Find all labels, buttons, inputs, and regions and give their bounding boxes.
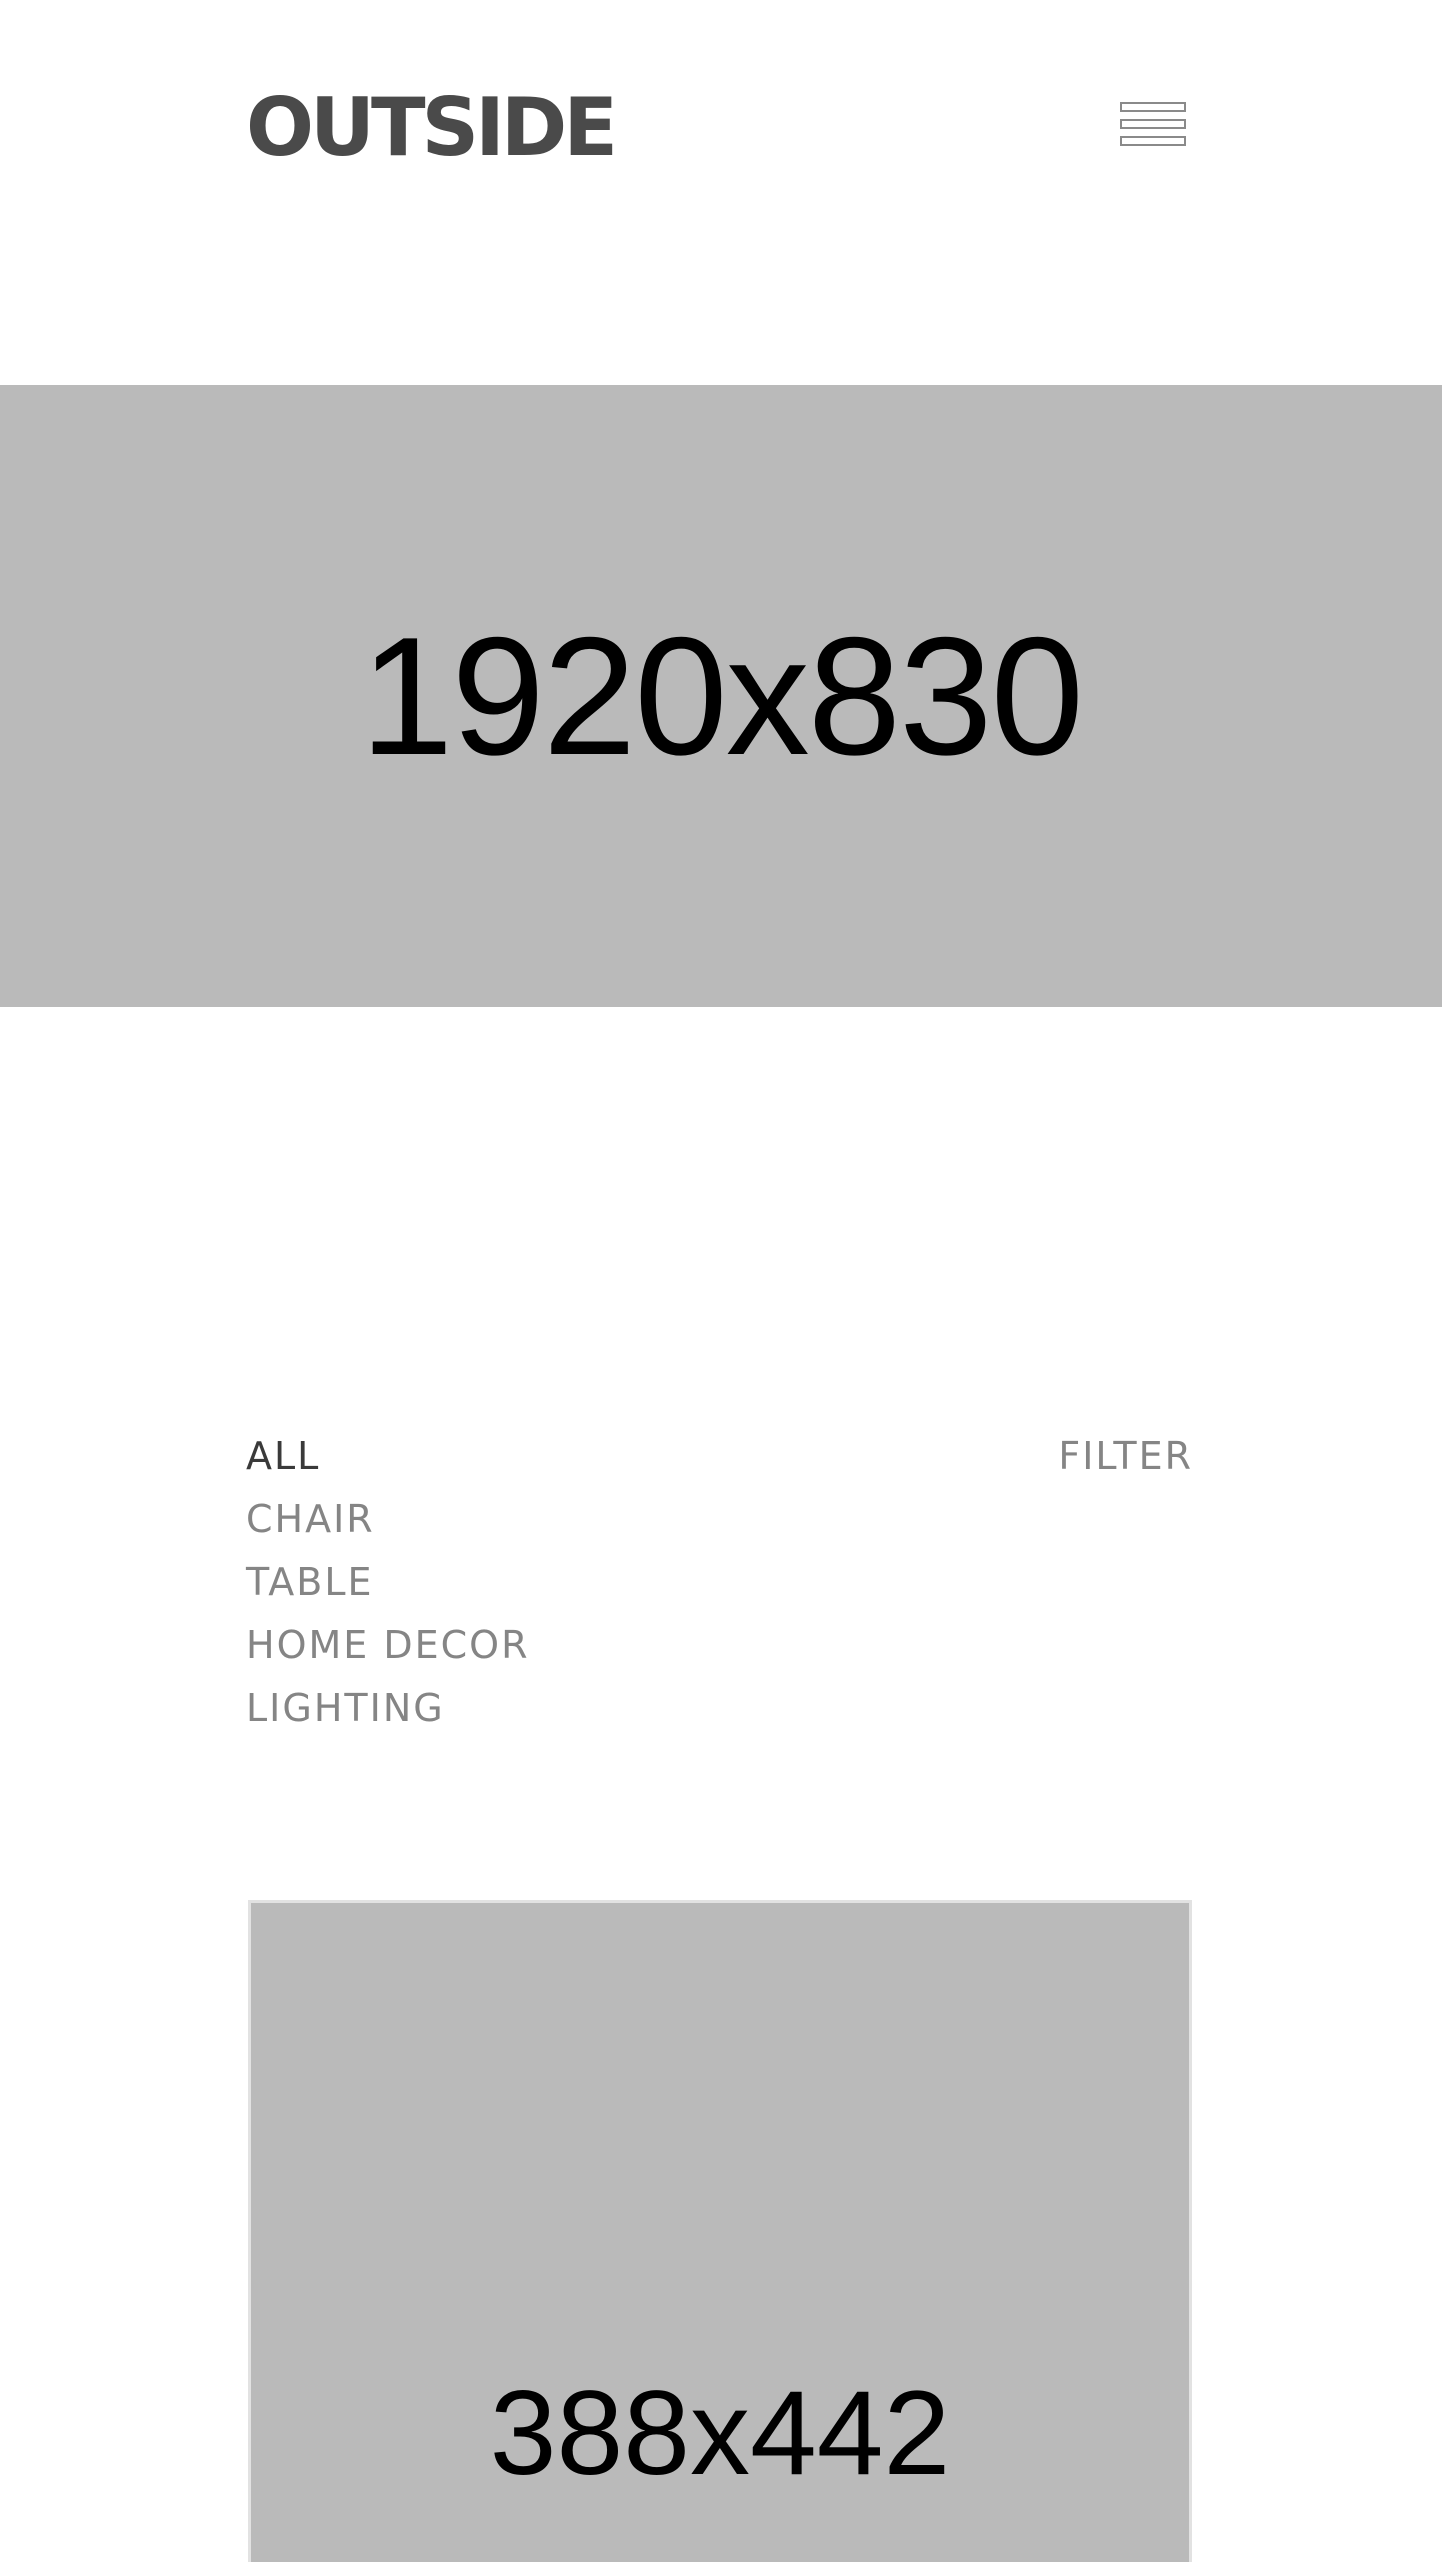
filter-category-lighting[interactable]: LIGHTING (246, 1677, 529, 1740)
hamburger-menu-icon (1120, 102, 1186, 146)
filter-category-home-decor[interactable]: HOME DECOR (246, 1614, 529, 1677)
hero-placeholder-label: 1920x830 (359, 602, 1084, 790)
hero-banner: 1920x830 (0, 385, 1442, 1007)
filter-category-chair[interactable]: CHAIR (246, 1488, 529, 1551)
product-placeholder-label: 388x442 (489, 2366, 951, 2500)
site-header: OUTSIDE (0, 0, 1442, 385)
site-logo[interactable]: OUTSIDE (246, 78, 618, 178)
filter-category-table[interactable]: TABLE (246, 1551, 529, 1614)
filter-toggle-button[interactable]: FILTER (1058, 1425, 1193, 1488)
filter-category-all[interactable]: ALL (246, 1425, 529, 1488)
menu-button[interactable] (1120, 96, 1186, 152)
page: OUTSIDE 1920x830 ALL CHAIR TABLE HOME DE… (0, 0, 1442, 2562)
category-filter-list: ALL CHAIR TABLE HOME DECOR LIGHTING (246, 1425, 529, 1740)
product-card[interactable]: 388x442 (248, 1900, 1192, 2562)
